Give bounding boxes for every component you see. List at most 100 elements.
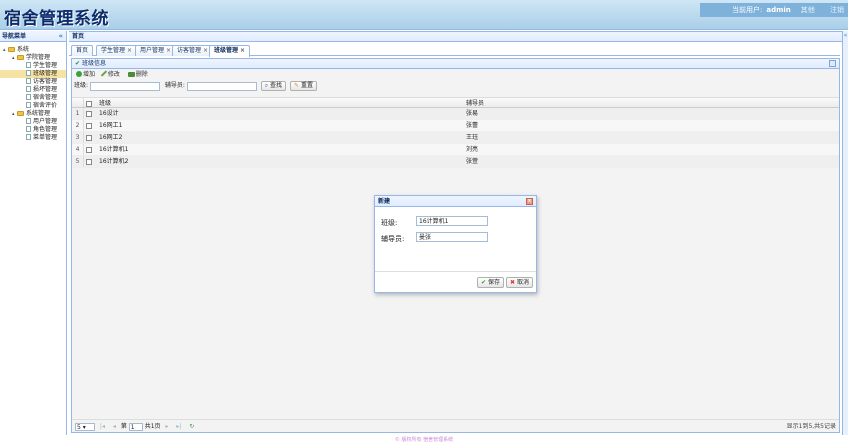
class-search-label: 班级: — [74, 82, 89, 89]
table-row[interactable]: 5 16计算机2 张萱 — [72, 156, 839, 168]
class-name-cell: 16计算机1 — [99, 146, 129, 153]
tutor-field-row: 辅导员: 曼张 — [381, 232, 536, 248]
grid-body: 1 16设计 张易 2 16网工1 张蕾 3 16网工2 王珏 4 16计算机1 刘亮 5 16计算机2 张… — [72, 108, 839, 168]
class-search-input[interactable] — [89, 81, 160, 91]
page-suffix: 共1页 — [144, 423, 161, 430]
nav-tree-label: 角色管理 — [33, 126, 58, 133]
nav-tree-label: 系统管理 — [26, 110, 51, 117]
dialog-title: 新建 × — [375, 196, 536, 207]
table-row[interactable]: 2 16网工1 张蕾 — [72, 120, 839, 132]
tab-close-icon[interactable]: × — [203, 47, 208, 54]
add-button[interactable]: 增加 — [76, 69, 95, 80]
select-all-checkbox[interactable] — [86, 101, 92, 107]
tab-item[interactable]: 学生管理 × — [96, 45, 138, 56]
tutor-cell: 张蕾 — [466, 122, 479, 129]
nav-tree-item[interactable]: 用户管理 — [0, 118, 66, 126]
right-collapsed-panel[interactable]: « — [842, 31, 848, 435]
page-prefix: 第 — [120, 423, 127, 430]
table-row[interactable]: 4 16计算机1 刘亮 — [72, 144, 839, 156]
edit-icon — [100, 70, 108, 77]
class-name-cell: 16网工1 — [99, 122, 123, 129]
tutor-search-input[interactable] — [186, 81, 257, 91]
tab-close-icon[interactable]: × — [127, 47, 132, 54]
tab-item[interactable]: 访客管理 × — [172, 45, 214, 56]
tutor-cell: 王珏 — [466, 134, 479, 141]
reset-button[interactable]: ✎ 重置 — [289, 81, 317, 91]
nav-title-text: 导航菜单 — [2, 33, 27, 40]
row-checkbox[interactable] — [86, 111, 92, 117]
last-page-icon[interactable]: ▸| — [176, 420, 181, 433]
class-panel-title: ✔ 班级信息 — [72, 59, 839, 69]
grid-icon: ✔ — [75, 60, 81, 67]
search-button[interactable]: ⌕ 查找 — [260, 81, 287, 91]
nav-tree-item[interactable]: 访客管理 — [0, 78, 66, 86]
class-name-cell: 16计算机2 — [99, 158, 129, 165]
app-logo-title: 宿舍管理系统 — [4, 9, 109, 29]
edit-button[interactable]: 修改 — [100, 69, 120, 80]
tab-item[interactable]: 首页 — [71, 45, 94, 56]
tutor-cell: 张易 — [466, 110, 479, 117]
page-size-select[interactable]: 5 ▾ — [75, 422, 95, 431]
row-checkbox[interactable] — [86, 159, 92, 165]
refresh-icon[interactable]: ↻ — [189, 420, 194, 433]
pager: 5 ▾ |◂ ◂ 第 1 共1页 ▸ ▸| ↻ 显示1到5,共5记录 — [72, 419, 839, 432]
cancel-button[interactable]: ✖ 取消 — [506, 277, 533, 288]
nav-tree-item[interactable]: 班级管理 — [0, 70, 66, 78]
prev-page-icon[interactable]: ◂ — [113, 420, 116, 433]
delete-button[interactable]: 删除 — [127, 69, 148, 80]
tab-label: 用户管理 — [140, 47, 165, 54]
dialog-body: 班级: 16计算机1 辅导员: 曼张 — [375, 207, 536, 272]
folder-icon — [17, 111, 24, 116]
first-page-icon[interactable]: |◂ — [100, 420, 105, 433]
tab-label: 首页 — [76, 47, 89, 54]
file-icon — [26, 126, 31, 132]
folder-icon — [17, 55, 24, 60]
nav-tree-item[interactable]: 角色管理 — [0, 126, 66, 134]
nav-tree-item[interactable]: ▴ 系统管理 — [0, 110, 66, 118]
nav-tree-item[interactable]: 学生管理 — [0, 62, 66, 70]
maximize-icon[interactable] — [829, 60, 836, 67]
nav-tree-item[interactable]: ▴ 系统 — [0, 46, 66, 54]
save-button[interactable]: ✔ 保存 — [477, 277, 504, 288]
tutor-name-field[interactable]: 曼张 — [416, 232, 488, 242]
delete-icon — [127, 72, 135, 77]
class-grid: 班级 辅导员 1 16设计 张易 2 16网工1 张蕾 3 16网工2 王珏 4 16计算机1 刘亮 5… — [72, 97, 839, 168]
nav-tree-item[interactable]: 宿舍评价 — [0, 102, 66, 110]
add-icon — [76, 71, 82, 77]
tab-close-icon[interactable]: × — [166, 47, 171, 54]
file-icon — [26, 78, 31, 84]
row-checkbox[interactable] — [86, 135, 92, 141]
dialog-close-icon[interactable]: × — [526, 198, 533, 205]
page-number-input[interactable]: 1 — [128, 422, 143, 431]
save-label: 保存 — [487, 279, 500, 286]
new-class-dialog: 新建 × 班级: 16计算机1 辅导员: 曼张 ✔ 保存 ✖ 取消 — [374, 195, 537, 293]
expand-right-icon[interactable]: « — [843, 32, 848, 39]
nav-tree-item[interactable]: ▴ 学院管理 — [0, 54, 66, 62]
nav-tree-item[interactable]: 宿舍管理 — [0, 94, 66, 102]
nav-tree-label: 系统 — [17, 46, 30, 53]
table-row[interactable]: 1 16设计 张易 — [72, 108, 839, 120]
collapse-nav-icon[interactable]: « — [58, 31, 63, 42]
search-button-label: 查找 — [270, 82, 283, 89]
next-page-icon[interactable]: ▸ — [165, 420, 168, 433]
toolbar: 增加 修改 删除 — [72, 69, 839, 80]
file-icon — [26, 134, 31, 140]
delete-label: 删除 — [135, 71, 148, 78]
reset-icon: ✎ — [293, 82, 300, 89]
tab-item[interactable]: 用户管理 × — [135, 45, 177, 56]
tab-item[interactable]: 班级管理 × — [209, 45, 251, 57]
search-bar: 班级: 辅导员: ⌕ 查找 ✎ 重置 — [72, 80, 839, 92]
nav-tree-label: 班级管理 — [33, 70, 58, 77]
row-number: 3 — [72, 132, 84, 143]
main-title: 首页 — [69, 31, 848, 42]
folder-icon — [8, 47, 15, 52]
row-checkbox[interactable] — [86, 123, 92, 129]
nav-tree-item[interactable]: 菜单管理 — [0, 134, 66, 142]
row-number: 1 — [72, 108, 84, 119]
row-checkbox[interactable] — [86, 147, 92, 153]
logout-link[interactable]: 注销 — [830, 3, 844, 17]
table-row[interactable]: 3 16网工2 王珏 — [72, 132, 839, 144]
class-name-field[interactable]: 16计算机1 — [416, 216, 488, 226]
tab-close-icon[interactable]: × — [240, 47, 245, 54]
nav-tree-item[interactable]: 损坏管理 — [0, 86, 66, 94]
